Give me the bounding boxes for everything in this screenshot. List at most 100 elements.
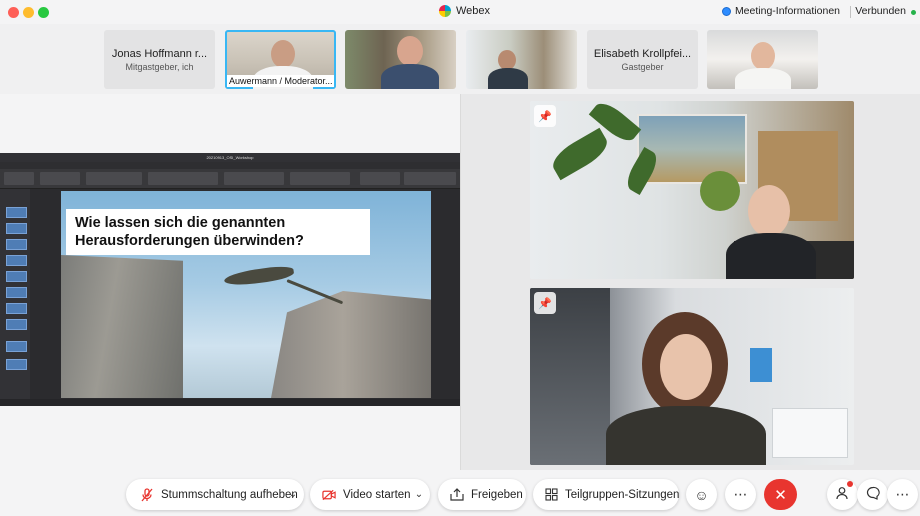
divider <box>850 6 851 18</box>
start-video-label: Video starten <box>343 488 411 501</box>
slide-thumbnail <box>6 223 27 234</box>
close-window-button[interactable] <box>8 7 19 18</box>
slide-thumbnail <box>6 255 27 266</box>
connection-indicator-icon <box>911 10 916 15</box>
slide-title-line: Wie lassen sich die genannten <box>75 215 286 231</box>
meeting-info-label: Meeting-Informationen <box>734 5 840 17</box>
presentation-status-bar <box>0 399 460 406</box>
slide-thumbnail <box>6 271 27 282</box>
presentation-window-title: 20210913_OSI_Workshop <box>0 153 460 162</box>
participant-tile[interactable]: Elisabeth Krollpfei... Gastgeber <box>587 30 698 89</box>
participant-body <box>381 64 439 89</box>
ribbon-group <box>404 172 456 185</box>
slide-title-line: Herausforderungen überwinden? <box>75 233 304 249</box>
participant-body <box>735 68 791 89</box>
ribbon-group <box>360 172 400 185</box>
participant-face <box>498 50 516 70</box>
breakout-icon <box>545 488 558 502</box>
audio-options-chevron-icon[interactable]: ⌄ <box>282 479 304 510</box>
meeting-info-button[interactable]: Meeting-Informationen <box>721 5 840 17</box>
share-icon <box>450 488 464 502</box>
participant-video-large[interactable]: 📌 <box>530 288 854 465</box>
ribbon-group <box>4 172 34 185</box>
presentation-menu-bar <box>0 162 460 169</box>
ellipsis-icon: ⋯ <box>895 486 910 502</box>
meeting-controls: Stummschaltung aufheben ⌄ Video starten … <box>0 470 920 516</box>
smiley-icon: ☺ <box>694 486 709 503</box>
reactions-button[interactable]: ☺ <box>686 479 717 510</box>
chat-bubble-icon <box>866 486 880 503</box>
unmute-label: Stummschaltung aufheben <box>161 488 298 501</box>
share-label: Freigeben <box>471 488 523 501</box>
pin-icon[interactable]: 📌 <box>534 105 556 127</box>
slide-image-lizard <box>223 264 295 288</box>
info-icon <box>721 6 731 16</box>
participant-video-tile[interactable] <box>707 30 818 89</box>
breakout-sessions-button[interactable]: Teilgruppen-Sitzungen <box>533 479 679 510</box>
participants-icon <box>835 486 850 503</box>
participant-strip: Jonas Hoffmann r... Mitgastgeber, ich Au… <box>0 26 920 94</box>
participant-body <box>488 68 528 89</box>
video-options-chevron-icon[interactable]: ⌄ <box>408 479 430 510</box>
current-slide: Wie lassen sich die genannten Herausford… <box>61 191 431 398</box>
webex-logo-icon <box>439 5 451 17</box>
participant-body <box>726 233 816 279</box>
participant-body <box>606 406 766 465</box>
chat-button[interactable] <box>857 479 888 510</box>
participant-name: Jonas Hoffmann r... <box>111 47 208 60</box>
connection-status: Verbunden <box>855 5 906 17</box>
meeting-stage: 20210913_OSI_Workshop Wie lassen sich di… <box>0 94 920 470</box>
ribbon-group <box>290 172 350 185</box>
slide-thumbnails-panel <box>0 189 30 399</box>
participant-video-tile[interactable] <box>466 30 577 89</box>
slide-thumbnail <box>6 287 27 298</box>
app-title: Webex <box>439 5 490 17</box>
share-button[interactable]: Freigeben <box>438 479 526 510</box>
panel-options-button[interactable]: ⋯ <box>887 479 918 510</box>
ribbon-group <box>224 172 284 185</box>
camera-off-icon <box>322 488 336 502</box>
slide-thumbnail <box>6 341 27 352</box>
participant-face <box>751 42 775 70</box>
pin-icon[interactable]: 📌 <box>534 292 556 314</box>
slide-image-rock <box>61 255 183 398</box>
participant-video-tile[interactable] <box>345 30 456 89</box>
slide-thumbnail <box>6 207 27 218</box>
background-whiteboard <box>772 408 848 458</box>
end-meeting-button[interactable]: ✕ <box>764 479 797 510</box>
participant-video-large[interactable]: 📌 <box>530 101 854 279</box>
participants-panel-button[interactable] <box>827 479 858 510</box>
shared-presentation: 20210913_OSI_Workshop Wie lassen sich di… <box>0 153 460 406</box>
slide-thumbnail <box>6 303 27 314</box>
close-icon: ✕ <box>774 486 787 504</box>
plant-leaf <box>547 127 613 181</box>
ribbon-group <box>148 172 218 185</box>
shared-content-pane[interactable]: 20210913_OSI_Workshop Wie lassen sich di… <box>0 94 461 470</box>
slide-image-rock <box>271 291 431 398</box>
notification-badge <box>847 481 853 487</box>
zoom-window-button[interactable] <box>38 7 49 18</box>
participant-caption: Auwermann / Moderator... <box>227 75 334 87</box>
participant-face <box>271 40 295 68</box>
participant-role: Mitgastgeber, ich <box>125 61 194 72</box>
participant-tile[interactable]: Jonas Hoffmann r... Mitgastgeber, ich <box>104 30 215 89</box>
slide-thumbnail <box>6 239 27 250</box>
participant-role: Gastgeber <box>621 61 664 72</box>
background-window <box>530 288 610 465</box>
plant-leaf <box>700 171 740 211</box>
ribbon-group <box>86 172 142 185</box>
slide-image-lizard-tail <box>286 279 344 305</box>
more-options-button[interactable]: ⋯ <box>725 479 756 510</box>
participant-name: Elisabeth Krollpfei... <box>593 47 692 60</box>
unmute-button[interactable]: Stummschaltung aufheben <box>126 479 304 510</box>
title-bar: Webex Meeting-Informationen Verbunden <box>0 0 920 24</box>
app-title-text: Webex <box>456 5 491 17</box>
slide-thumbnail <box>6 359 27 370</box>
slide-thumbnail <box>6 319 27 330</box>
minimize-window-button[interactable] <box>23 7 34 18</box>
breakout-sessions-label: Teilgruppen-Sitzungen <box>565 488 680 501</box>
participant-video-tile[interactable]: Auwermann / Moderator... <box>225 30 336 89</box>
ellipsis-icon: ⋯ <box>733 486 748 502</box>
background-poster <box>750 348 772 382</box>
slide-title-box: Wie lassen sich die genannten Herausford… <box>66 209 370 255</box>
